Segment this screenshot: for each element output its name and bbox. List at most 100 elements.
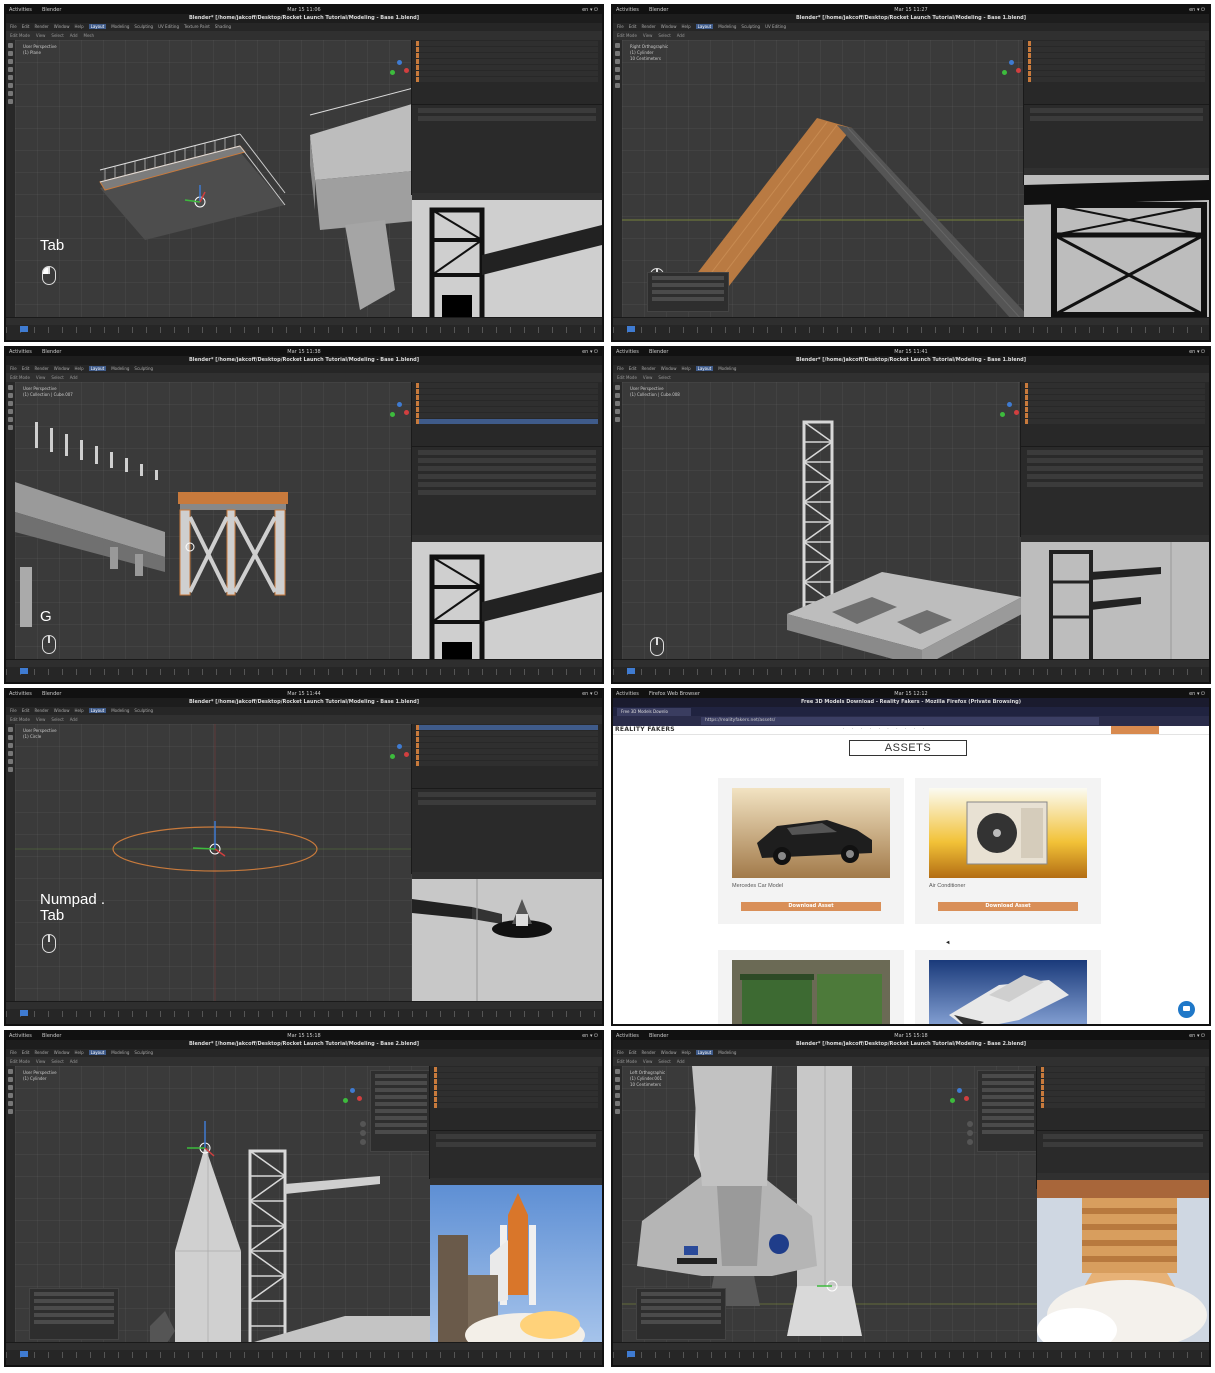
scale-icon[interactable] — [615, 1101, 620, 1106]
timeline[interactable] — [613, 1342, 1209, 1365]
playhead[interactable] — [20, 326, 28, 332]
scale-icon[interactable] — [8, 417, 13, 422]
menu-file[interactable]: File — [617, 366, 624, 371]
select-box-icon[interactable] — [8, 727, 13, 732]
navigation-gizmo[interactable] — [343, 1088, 363, 1108]
site-header-button[interactable] — [1111, 726, 1159, 734]
workspace-tab-sculpting[interactable]: Sculpting — [134, 366, 153, 371]
timeline[interactable] — [6, 1342, 602, 1365]
site-logo[interactable]: REALITY FAKERS — [615, 726, 675, 734]
workspace-tab-uv-editing[interactable]: UV Editing — [765, 24, 786, 29]
workspace-tab-shading[interactable]: Shading — [215, 24, 231, 29]
asset-thumbnail[interactable] — [929, 960, 1087, 1024]
scale-icon[interactable] — [8, 759, 13, 764]
outliner-panel[interactable] — [1036, 1066, 1209, 1130]
properties-panel[interactable] — [1020, 446, 1209, 537]
workspace-tab-layout[interactable]: Layout — [695, 24, 714, 29]
asset-card[interactable] — [915, 950, 1101, 1024]
mode-select[interactable]: Edit Mode — [617, 1059, 637, 1064]
scale-icon[interactable] — [8, 75, 13, 80]
navigation-gizmo[interactable] — [390, 402, 410, 422]
menu-mesh[interactable]: Mesh — [84, 33, 95, 38]
workspace-tab-layout[interactable]: Layout — [88, 708, 107, 713]
menu-edit[interactable]: Edit — [629, 1050, 637, 1055]
workspace-tab-sculpting[interactable]: Sculpting — [134, 708, 153, 713]
playhead[interactable] — [20, 668, 28, 674]
sidebar-transform-panel[interactable] — [977, 1070, 1037, 1152]
menu-render[interactable]: Render — [641, 24, 655, 29]
menu-edit[interactable]: Edit — [22, 24, 30, 29]
menu-render[interactable]: Render — [34, 366, 48, 371]
reference-image-panel[interactable] — [412, 872, 602, 1002]
properties-panel[interactable] — [411, 788, 602, 874]
menu-file[interactable]: File — [617, 24, 624, 29]
reference-image-panel[interactable] — [412, 193, 602, 318]
cursor-icon[interactable] — [8, 393, 13, 398]
menu-render[interactable]: Render — [34, 708, 48, 713]
system-tray[interactable]: en ▾ ⏻ — [582, 6, 598, 14]
timeline[interactable] — [613, 317, 1209, 340]
playhead[interactable] — [627, 668, 635, 674]
mode-select[interactable]: Edit Mode — [10, 717, 30, 722]
move-icon[interactable] — [8, 1085, 13, 1090]
outliner-panel[interactable] — [411, 724, 602, 788]
menu-view[interactable]: View — [643, 375, 653, 380]
system-tray[interactable]: en ▾ ⏻ — [1189, 690, 1205, 698]
menu-window[interactable]: Window — [661, 1050, 677, 1055]
menu-help[interactable]: Help — [681, 24, 690, 29]
timeline[interactable] — [613, 659, 1209, 682]
menu-edit[interactable]: Edit — [629, 24, 637, 29]
workspace-tab-sculpting[interactable]: Sculpting — [741, 24, 760, 29]
menu-edit[interactable]: Edit — [629, 366, 637, 371]
pan-icon[interactable] — [967, 1130, 973, 1136]
navigation-gizmo[interactable] — [1002, 60, 1022, 80]
menu-select[interactable]: Select — [658, 1059, 670, 1064]
reference-image-panel[interactable] — [1037, 1173, 1209, 1343]
outliner-panel[interactable] — [411, 40, 602, 104]
workspace-tab-texture-paint[interactable]: Texture Paint — [184, 24, 210, 29]
move-icon[interactable] — [615, 401, 620, 406]
download-asset-button[interactable]: Download Asset — [741, 902, 881, 911]
menu-add[interactable]: Add — [677, 33, 685, 38]
reference-image-panel[interactable] — [430, 1178, 602, 1343]
workspace-tab-modeling[interactable]: Modeling — [111, 1050, 129, 1055]
outliner-panel[interactable] — [411, 382, 602, 446]
menu-help[interactable]: Help — [74, 24, 83, 29]
menu-file[interactable]: File — [10, 24, 17, 29]
url-bar[interactable]: https://realityfakers.net/assets/ — [701, 717, 1099, 725]
select-box-icon[interactable] — [8, 1069, 13, 1074]
cursor-icon[interactable] — [8, 735, 13, 740]
workspace-tab-layout[interactable]: Layout — [88, 366, 107, 371]
asset-thumbnail[interactable] — [929, 788, 1087, 878]
menu-window[interactable]: Window — [54, 708, 70, 713]
sidebar-transform-panel[interactable] — [370, 1070, 430, 1152]
activities-label[interactable]: Activities — [616, 348, 639, 356]
properties-panel[interactable] — [411, 446, 602, 542]
3d-viewport[interactable]: User Perspective (1) Collection | Cube.0… — [622, 382, 1021, 660]
menu-window[interactable]: Window — [661, 366, 677, 371]
system-tray[interactable]: en ▾ ⏻ — [582, 348, 598, 356]
menu-edit[interactable]: Edit — [22, 1050, 30, 1055]
activities-label[interactable]: Activities — [9, 6, 32, 14]
3d-viewport[interactable]: User Perspective (1) Circle Numpad . Tab — [15, 724, 412, 1002]
select-box-icon[interactable] — [615, 43, 620, 48]
operator-panel[interactable] — [647, 272, 729, 312]
menu-view[interactable]: View — [36, 33, 46, 38]
reference-image-panel[interactable] — [1024, 168, 1209, 318]
workspace-tab-modeling[interactable]: Modeling — [718, 24, 736, 29]
mode-select[interactable]: Edit Mode — [617, 375, 637, 380]
menu-file[interactable]: File — [10, 708, 17, 713]
reference-image-panel[interactable] — [412, 535, 602, 660]
asset-thumbnail[interactable] — [732, 960, 890, 1024]
activities-label[interactable]: Activities — [616, 690, 639, 698]
playhead[interactable] — [627, 326, 635, 332]
outliner-panel[interactable] — [1020, 382, 1209, 446]
3d-viewport[interactable]: User Perspective (1) Plane Tab — [15, 40, 412, 318]
scale-icon[interactable] — [8, 1101, 13, 1106]
workspace-tab-modeling[interactable]: Modeling — [718, 366, 736, 371]
menu-help[interactable]: Help — [74, 1050, 83, 1055]
navigation-gizmo[interactable] — [950, 1088, 970, 1108]
playhead[interactable] — [627, 1351, 635, 1357]
menu-select[interactable]: Select — [51, 1059, 63, 1064]
select-box-icon[interactable] — [615, 385, 620, 390]
